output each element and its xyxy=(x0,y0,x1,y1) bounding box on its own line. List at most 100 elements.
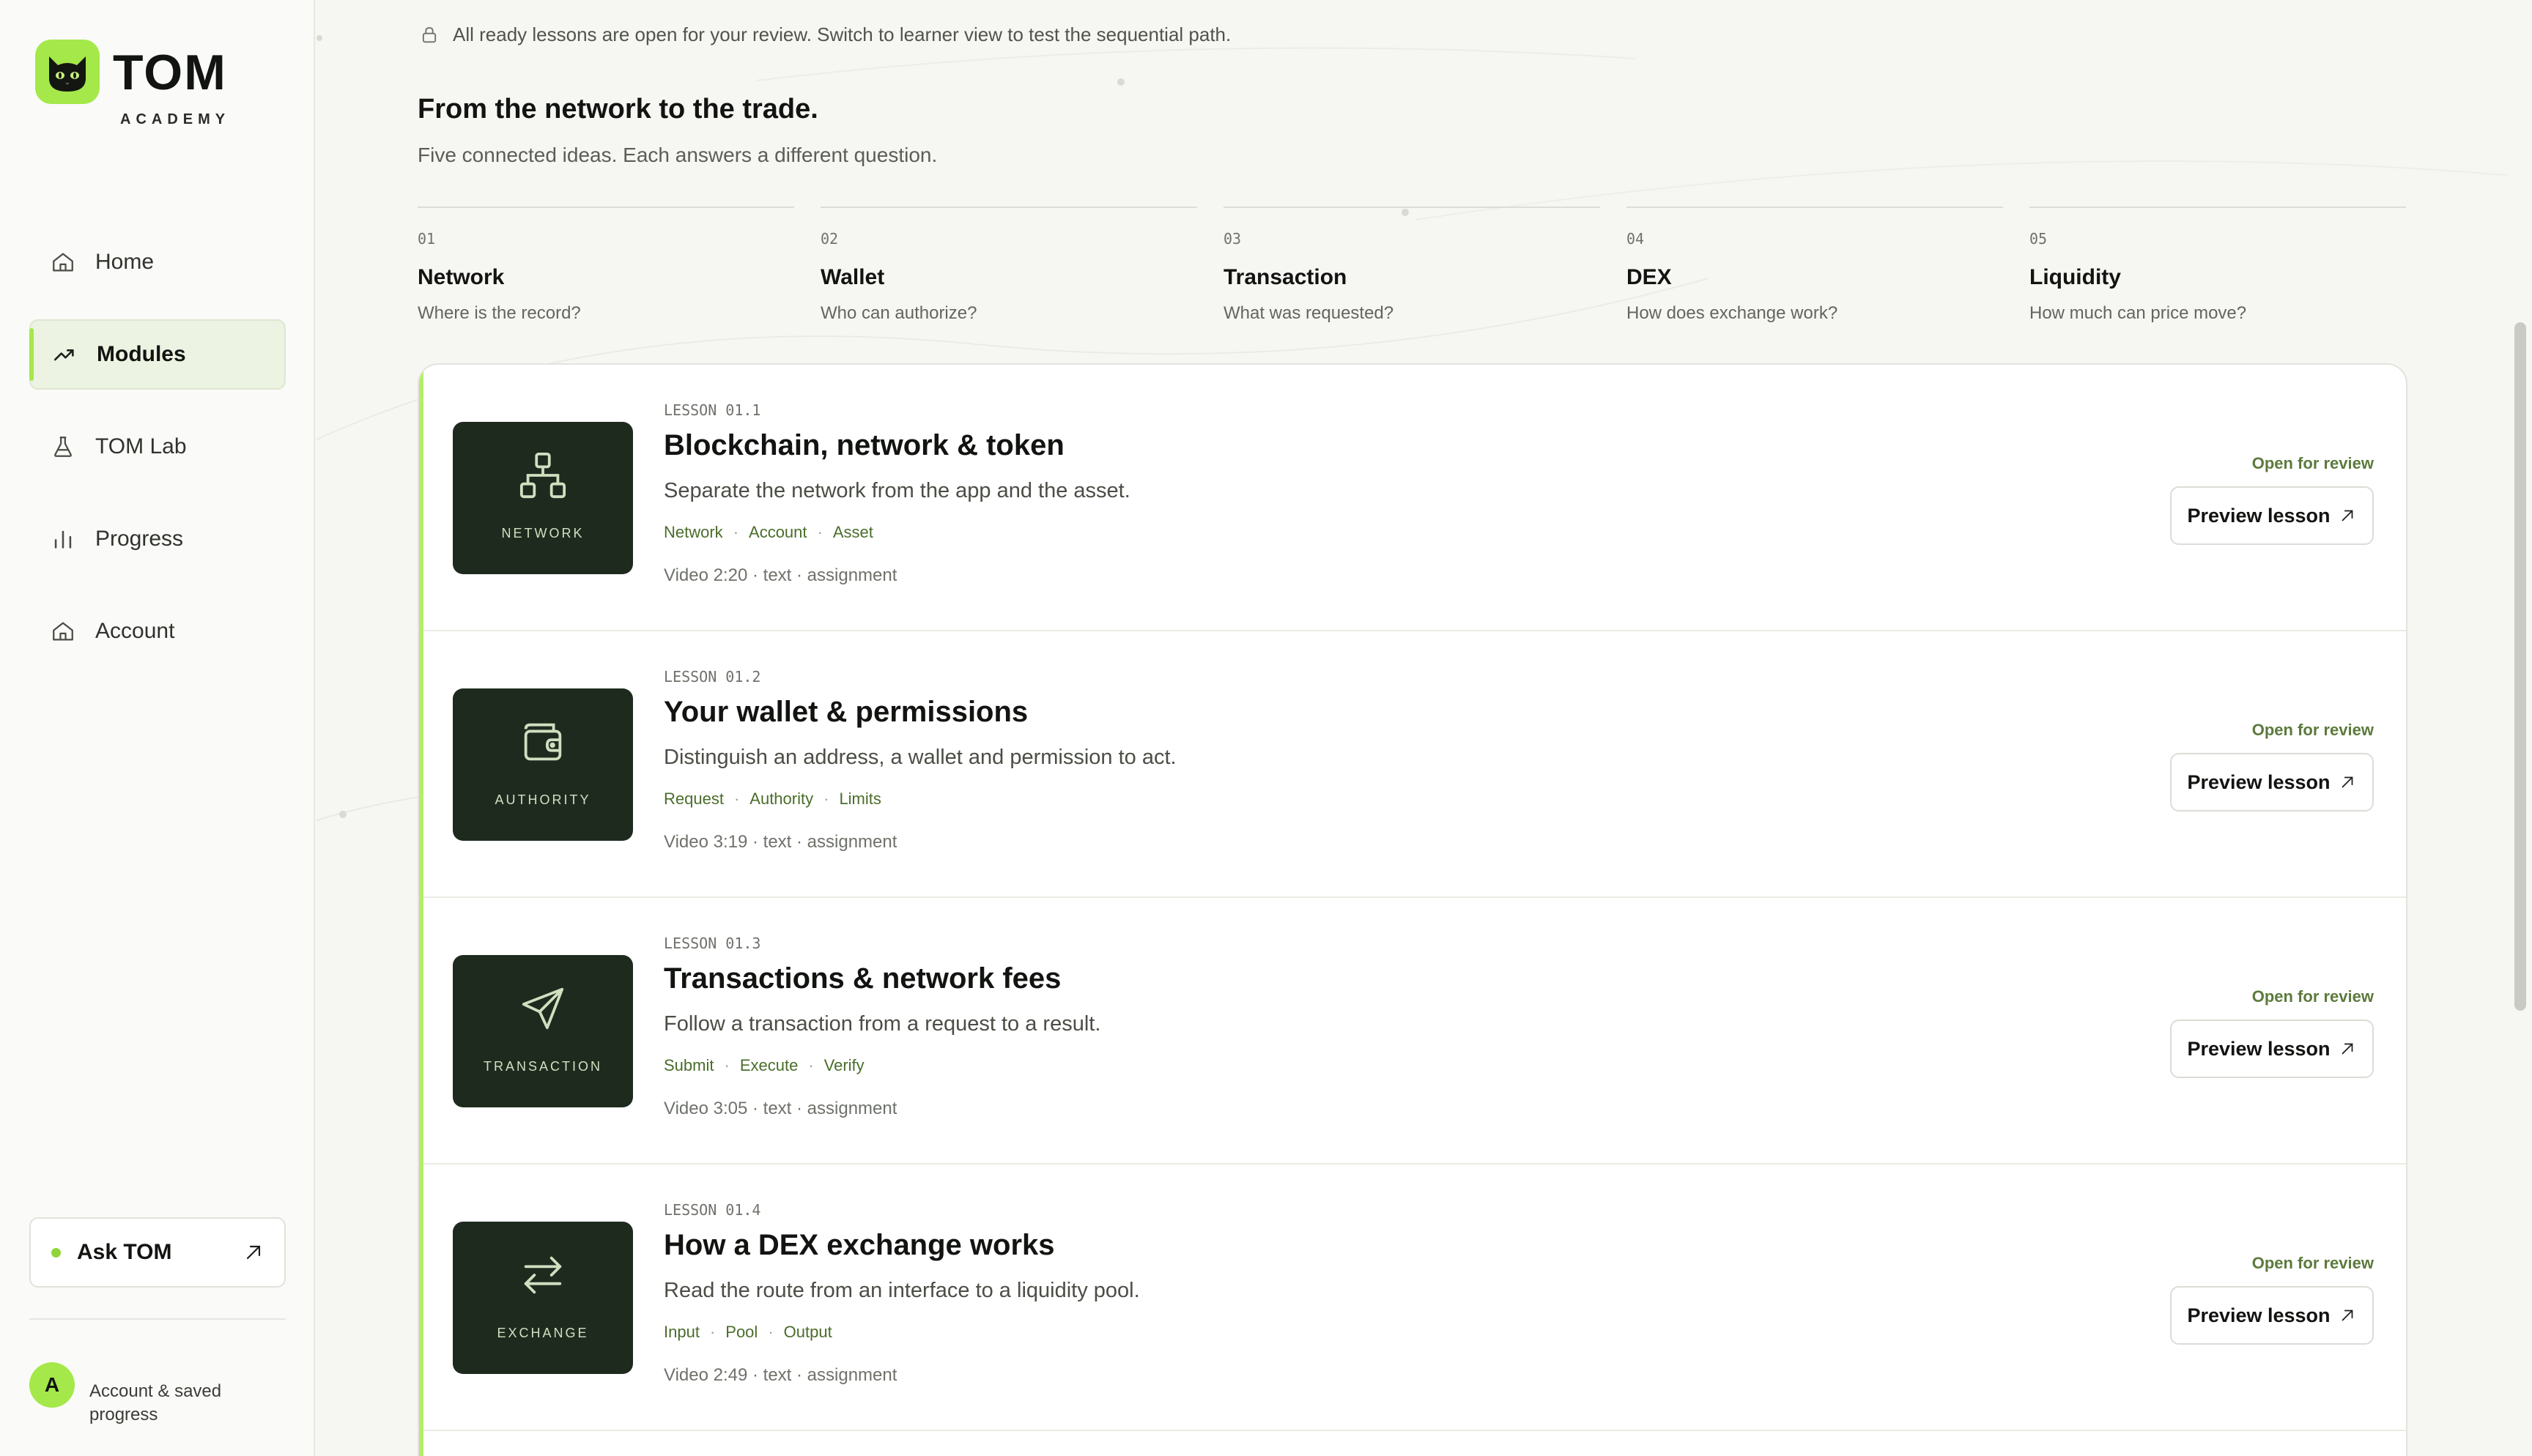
step-number: 02 xyxy=(821,230,839,248)
step-dex[interactable]: 04 DEX How does exchange work? xyxy=(1626,207,2003,331)
sidebar-item-progress[interactable]: Progress xyxy=(29,504,286,574)
sidebar-item-home[interactable]: Home xyxy=(29,227,286,297)
tag-separator: · xyxy=(817,523,823,541)
lesson-card: NETWORK LESSON 01.1 Blockchain, network … xyxy=(419,365,2406,631)
brand-logo[interactable]: TOM ACADEMY xyxy=(35,38,270,133)
preview-lesson-label: Preview lesson xyxy=(2187,504,2331,527)
step-number: 05 xyxy=(2029,230,2048,248)
lesson-tile: EXCHANGE xyxy=(453,1222,633,1374)
home-icon xyxy=(50,249,76,275)
arrow-up-right-icon xyxy=(2342,1043,2353,1055)
lesson-card: AUTHORITY LESSON 01.2 Your wallet & perm… xyxy=(419,631,2406,898)
lesson-code: LESSON 01.1 xyxy=(664,401,761,419)
tag-separator: · xyxy=(808,1056,814,1074)
step-title: DEX xyxy=(1626,265,1672,289)
step-number: 03 xyxy=(1224,230,1242,248)
step-question: Who can authorize? xyxy=(821,303,977,323)
lesson-code: LESSON 01.3 xyxy=(664,935,761,952)
step-title: Network xyxy=(418,265,505,289)
arrow-up-right-icon xyxy=(246,1245,261,1260)
lesson-tile: AUTHORITY xyxy=(453,688,633,841)
preview-lesson-button[interactable]: Preview lesson xyxy=(2170,753,2374,811)
swap-arrows-icon xyxy=(524,1256,562,1294)
sidebar-item-label: Modules xyxy=(97,342,186,366)
step-liquidity[interactable]: 05 Liquidity How much can price move? xyxy=(2029,207,2406,331)
lesson-title: Transactions & network fees xyxy=(664,962,1062,995)
page-subtitle: Five connected ideas. Each answers a dif… xyxy=(418,144,938,166)
lesson-tags: Submit · Execute · Verify xyxy=(664,1056,865,1075)
lesson-meta: Video 3:19 · text · assignment xyxy=(664,832,897,852)
module-steps: 01 Network Where is the record? 02 Walle… xyxy=(418,207,2410,331)
lesson-description: Separate the network from the app and th… xyxy=(664,479,1130,502)
preview-lesson-label: Preview lesson xyxy=(2187,770,2331,793)
tile-label: AUTHORITY xyxy=(495,792,591,807)
arrow-up-right-icon xyxy=(2342,1310,2353,1321)
preview-lesson-button[interactable]: Preview lesson xyxy=(2170,1019,2374,1078)
sidebar-item-label: Account xyxy=(95,619,175,643)
lesson-code: LESSON 01.4 xyxy=(664,1201,761,1219)
review-notice: All ready lessons are open for your revi… xyxy=(419,23,1231,46)
sidebar-item-tom-lab[interactable]: TOM Lab xyxy=(29,412,286,482)
step-question: What was requested? xyxy=(1224,303,1394,323)
sidebar-item-label: Progress xyxy=(95,527,184,551)
tag-separator: · xyxy=(823,790,829,808)
wallet-icon xyxy=(524,723,562,761)
account-label: Account & saved progress xyxy=(89,1381,222,1425)
step-title: Wallet xyxy=(821,265,885,289)
sidebar-nav: Home Modules TOM Lab Progress Account xyxy=(29,227,286,688)
lesson-meta: Video 2:20 · text · assignment xyxy=(664,565,897,585)
lesson-tag: Network xyxy=(664,523,723,541)
lesson-meta: Video 3:05 · text · assignment xyxy=(664,1099,897,1118)
step-number: 01 xyxy=(418,230,436,248)
scrollbar-thumb[interactable] xyxy=(2514,322,2526,1011)
arrow-up-right-icon xyxy=(2342,510,2353,521)
preview-lesson-label: Preview lesson xyxy=(2187,1304,2331,1326)
lesson-card: TRANSACTION LESSON 01.3 Transactions & n… xyxy=(419,898,2406,1165)
step-transaction[interactable]: 03 Transaction What was requested? xyxy=(1224,207,1600,331)
preview-lesson-label: Preview lesson xyxy=(2187,1037,2331,1060)
ask-tom-button[interactable]: Ask TOM xyxy=(29,1217,286,1288)
tile-label: EXCHANGE xyxy=(497,1326,589,1340)
lesson-title: Blockchain, network & token xyxy=(664,429,1065,461)
lesson-tag: Authority xyxy=(749,790,814,808)
lesson-tag: Request xyxy=(664,790,724,808)
sidebar-item-label: TOM Lab xyxy=(95,434,187,458)
tag-separator: · xyxy=(724,1056,730,1074)
lesson-tag: Verify xyxy=(823,1056,865,1074)
lesson-title: How a DEX exchange works xyxy=(664,1229,1055,1261)
lesson-description: Distinguish an address, a wallet and per… xyxy=(664,746,1177,769)
lesson-tag: Output xyxy=(783,1323,832,1341)
brand-subtitle: ACADEMY xyxy=(120,111,231,127)
lesson-tags: Request · Authority · Limits xyxy=(664,790,881,809)
sidebar-item-modules[interactable]: Modules xyxy=(29,319,286,390)
sidebar-item-label: Home xyxy=(95,250,155,274)
lesson-description: Follow a transaction from a request to a… xyxy=(664,1012,1101,1036)
step-network[interactable]: 01 Network Where is the record? xyxy=(418,207,794,331)
lesson-tag: Account xyxy=(749,523,807,541)
sidebar-item-account[interactable]: Account xyxy=(29,596,286,666)
arrow-up-right-icon xyxy=(2342,776,2353,788)
lesson-tile: TRANSACTION xyxy=(453,955,633,1107)
send-icon xyxy=(522,987,564,1030)
lesson-list: NETWORK LESSON 01.1 Blockchain, network … xyxy=(418,363,2407,1456)
lesson-description: Read the route from an interface to a li… xyxy=(664,1279,1140,1302)
trending-up-icon xyxy=(51,341,78,368)
lesson-status: Open for review xyxy=(2251,1254,2374,1272)
step-wallet[interactable]: 02 Wallet Who can authorize? xyxy=(821,207,1197,331)
lesson-tags: Input · Pool · Output xyxy=(664,1323,832,1342)
lesson-tag: Execute xyxy=(739,1056,799,1074)
preview-lesson-button[interactable]: Preview lesson xyxy=(2170,1286,2374,1345)
lesson-tile: NETWORK xyxy=(453,422,633,574)
sidebar-divider xyxy=(29,1318,286,1320)
flask-icon xyxy=(50,434,76,460)
lesson-code: LESSON 01.2 xyxy=(664,668,761,686)
preview-lesson-button[interactable]: Preview lesson xyxy=(2170,486,2374,545)
tile-label: TRANSACTION xyxy=(483,1059,602,1074)
lesson-tag: Input xyxy=(664,1323,700,1341)
bar-chart-icon xyxy=(50,526,76,552)
lesson-status: Open for review xyxy=(2251,987,2374,1006)
tag-separator: · xyxy=(709,1323,716,1341)
step-question: How does exchange work? xyxy=(1626,303,1838,323)
account-progress-link[interactable]: A Account & saved progress xyxy=(29,1362,286,1428)
lesson-title: Your wallet & permissions xyxy=(664,696,1029,728)
